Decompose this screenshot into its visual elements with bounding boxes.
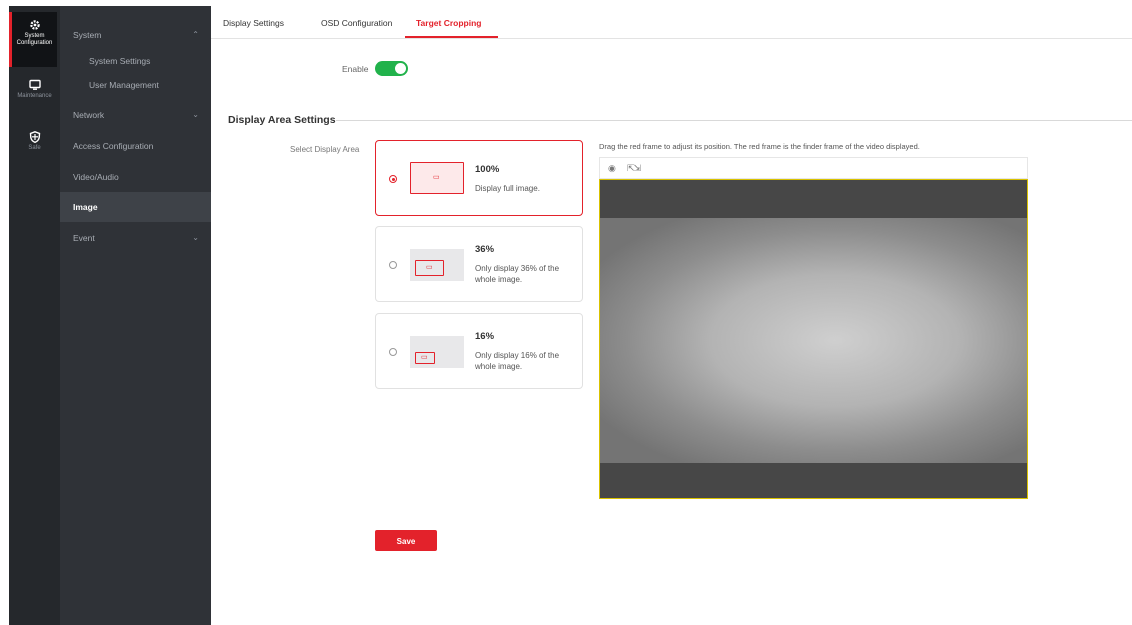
option-description: Only display 36% of the whole image. (475, 264, 560, 284)
sidebar-item-image[interactable]: Image (60, 192, 211, 222)
icon-rail: System Configuration Maintenance Safe (9, 6, 60, 625)
menu-label: Video/Audio (73, 172, 119, 182)
display-area-option-36[interactable]: ▭ 36% Only display 36% of the whole imag… (375, 226, 583, 302)
chevron-down-icon: ⌄ (192, 233, 199, 242)
menu-label: System (73, 30, 102, 40)
chevron-up-icon: ⌃ (192, 30, 199, 39)
fullscreen-icon[interactable]: ⇱⇲ (627, 163, 641, 174)
thumbnail-36: ▭ (410, 249, 464, 281)
video-top-band (600, 180, 1027, 218)
menu-label: Network (73, 110, 105, 120)
rail-label: Maintenance (17, 93, 52, 99)
gear-icon (29, 20, 40, 30)
drag-hint: Drag the red frame to adjust its positio… (599, 142, 920, 151)
rail-label: System Configuration (16, 33, 53, 46)
menu-label: Access Configuration (73, 141, 154, 151)
tab-display-settings[interactable]: Display Settings (223, 18, 284, 28)
rail-item-system-configuration[interactable]: System Configuration (9, 12, 57, 67)
sidebar-item-event[interactable]: Event ⌄ (60, 223, 211, 253)
chevron-down-icon: ⌄ (192, 110, 199, 119)
sidebar-item-system[interactable]: System ⌃ (60, 20, 211, 50)
radio-16[interactable] (389, 348, 397, 356)
monitor-icon: ▭ (426, 264, 433, 271)
monitor-icon: ▭ (433, 174, 440, 181)
toggle-knob (395, 63, 406, 74)
radio-36[interactable] (389, 261, 397, 269)
option-description: Only display 16% of the whole image. (475, 351, 560, 371)
enable-label: Enable (342, 64, 369, 74)
shield-icon (29, 131, 40, 143)
enable-toggle[interactable] (375, 61, 408, 76)
tab-target-cropping[interactable]: Target Cropping (416, 18, 481, 28)
video-feed (600, 218, 1027, 463)
video-bottom-band (600, 463, 1027, 498)
display-area-option-100[interactable]: ▭ 100% Display full image. (375, 140, 583, 216)
video-toolbar: ◉ ⇱⇲ (599, 157, 1028, 179)
thumbnail-100: ▭ (410, 162, 464, 194)
section-divider (336, 120, 1132, 121)
save-button[interactable]: Save (375, 530, 437, 551)
menu-label: User Management (89, 80, 159, 90)
section-title: Display Area Settings (228, 114, 336, 126)
camera-icon[interactable]: ◉ (608, 163, 616, 174)
option-title: 36% (475, 244, 495, 255)
monitor-icon (28, 79, 41, 90)
monitor-icon: ▭ (421, 354, 428, 361)
sidebar-item-video-audio[interactable]: Video/Audio (60, 162, 211, 192)
sidebar-menu: System ⌃ System Settings User Management… (60, 6, 211, 625)
select-display-area-label: Select Display Area (290, 145, 360, 154)
tab-osd-configuration[interactable]: OSD Configuration (321, 18, 392, 28)
video-preview[interactable] (599, 179, 1028, 499)
radio-100[interactable] (389, 175, 397, 183)
menu-label: System Settings (89, 56, 151, 66)
tab-bar: Display Settings OSD Configuration Targe… (211, 6, 1132, 39)
menu-label: Image (73, 202, 98, 212)
sidebar-item-user-management[interactable]: User Management (60, 74, 211, 96)
option-title: 16% (475, 331, 495, 342)
thumbnail-16: ▭ (410, 336, 464, 368)
option-title: 100% (475, 164, 500, 175)
active-tab-indicator (405, 36, 498, 38)
rail-item-maintenance[interactable]: Maintenance (9, 79, 60, 109)
sidebar-item-network[interactable]: Network ⌄ (60, 100, 211, 130)
option-description: Display full image. (475, 184, 540, 193)
menu-label: Event (73, 233, 95, 243)
rail-label: Safe (28, 145, 41, 151)
rail-item-safe[interactable]: Safe (9, 131, 60, 161)
sidebar-item-access-configuration[interactable]: Access Configuration (60, 131, 211, 161)
sidebar-item-system-settings[interactable]: System Settings (60, 50, 211, 72)
display-area-option-16[interactable]: ▭ 16% Only display 16% of the whole imag… (375, 313, 583, 389)
